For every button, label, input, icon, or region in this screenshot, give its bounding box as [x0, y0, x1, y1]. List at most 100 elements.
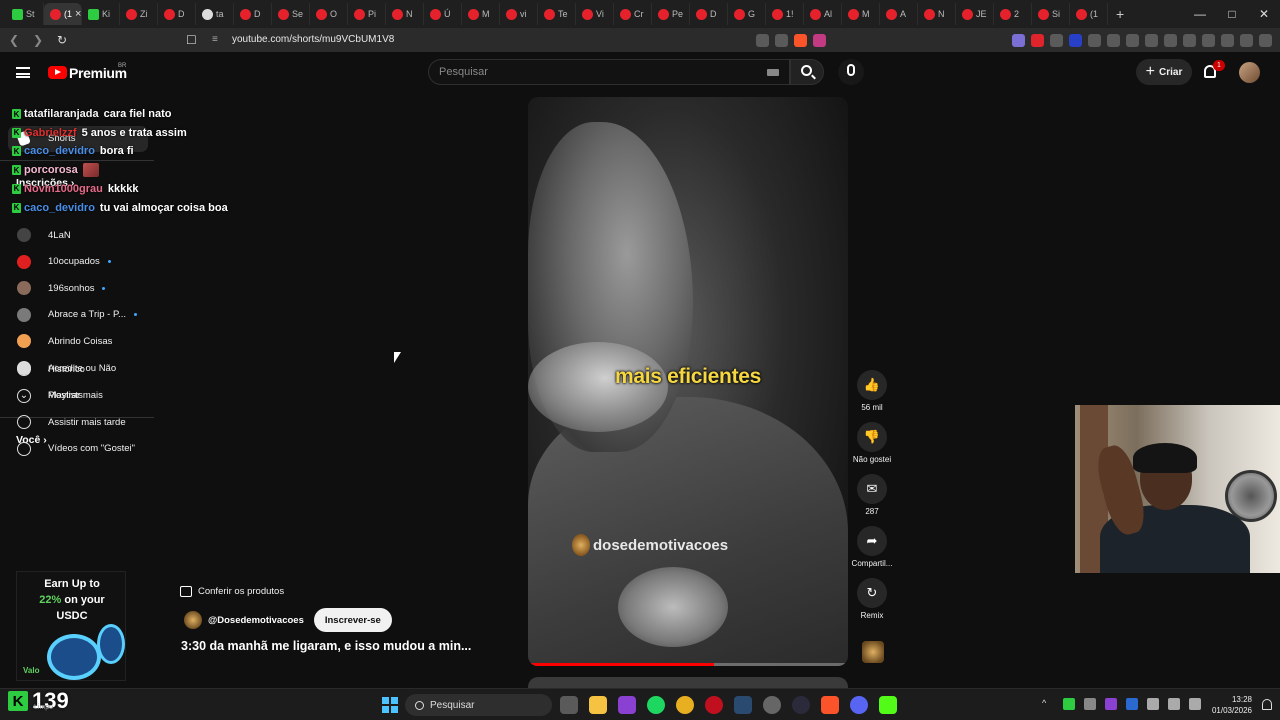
- browser-tab[interactable]: Pi: [348, 3, 386, 25]
- close-tab-icon[interactable]: ×: [75, 8, 81, 20]
- browser-tab[interactable]: St: [6, 3, 44, 25]
- app-icon[interactable]: [618, 696, 636, 714]
- extension-icon[interactable]: [1031, 33, 1044, 47]
- browser-tab[interactable]: G: [728, 3, 766, 25]
- browser-tab[interactable]: N: [386, 3, 424, 25]
- extension-icon[interactable]: [1088, 33, 1101, 47]
- notifications-button[interactable]: 1: [1202, 60, 1225, 81]
- extensions-puzzle-icon[interactable]: [1107, 33, 1120, 47]
- brave-rewards-icon[interactable]: [813, 33, 826, 47]
- browser-tab[interactable]: Si: [1032, 3, 1070, 25]
- sidebar-icon[interactable]: [1164, 33, 1177, 47]
- brave-icon[interactable]: [821, 696, 839, 714]
- minimize-icon[interactable]: —: [1184, 0, 1216, 28]
- browser-tab[interactable]: (1: [1070, 3, 1108, 25]
- extension-icon[interactable]: [1069, 33, 1082, 47]
- tray-overflow-icon[interactable]: ^: [1042, 698, 1054, 710]
- keyboard-icon[interactable]: [767, 69, 779, 76]
- extension-icon[interactable]: [1050, 33, 1063, 47]
- new-tab-button[interactable]: +: [1116, 6, 1124, 22]
- maximize-icon[interactable]: □: [1216, 0, 1248, 28]
- subscription-item[interactable]: 196sonhos: [0, 275, 150, 301]
- tray-app-icon[interactable]: [1105, 698, 1117, 710]
- browser-tab[interactable]: 2: [994, 3, 1032, 25]
- browser-tab[interactable]: N: [918, 3, 956, 25]
- channel-avatar[interactable]: [184, 611, 202, 629]
- taskbar-search[interactable]: Pesquisar: [405, 694, 552, 716]
- taskbar-clock[interactable]: 13:28 01/03/2026: [1208, 694, 1252, 716]
- youtube-logo-icon[interactable]: [48, 66, 67, 79]
- kick-icon[interactable]: [879, 696, 897, 714]
- share-button[interactable]: ➦ Compartil...: [851, 526, 893, 568]
- media-icon[interactable]: [1145, 33, 1158, 47]
- cast-icon[interactable]: [756, 33, 769, 47]
- chrome-icon[interactable]: [676, 696, 694, 714]
- menu-icon[interactable]: [16, 67, 30, 78]
- crypto-ad[interactable]: Earn Up to 22% on your USDC Valo: [16, 571, 126, 681]
- windows-start-icon[interactable]: [382, 697, 398, 713]
- notification-center-icon[interactable]: [1262, 699, 1272, 710]
- tray-app-icon[interactable]: [1084, 698, 1096, 710]
- brave-shields-icon[interactable]: [794, 33, 807, 47]
- voice-search-button[interactable]: [838, 59, 864, 85]
- channel-name[interactable]: @Dosedemotivacoes: [208, 615, 304, 626]
- sidebar-item[interactable]: Playlists: [0, 383, 150, 409]
- vpn-icon[interactable]: [1240, 33, 1253, 47]
- subscription-item[interactable]: Abrace a Trip - P...: [0, 302, 150, 328]
- back-icon[interactable]: ❮: [4, 33, 24, 47]
- browser-tab[interactable]: M: [842, 3, 880, 25]
- dislike-button[interactable]: 👎 Não gostei: [851, 422, 893, 464]
- progress-bar[interactable]: [528, 663, 848, 666]
- extension-icon[interactable]: [1012, 33, 1025, 47]
- screenshot-icon[interactable]: [1126, 33, 1139, 47]
- url-field[interactable]: youtube.com/shorts/mu9VCbUM1V8: [232, 34, 394, 45]
- avatar[interactable]: [1239, 62, 1260, 83]
- discord-icon[interactable]: [850, 696, 868, 714]
- search-button[interactable]: [790, 59, 824, 85]
- channel-thumbnail[interactable]: [862, 641, 884, 663]
- close-icon[interactable]: ✕: [1248, 0, 1280, 28]
- wallet-icon[interactable]: [1183, 33, 1196, 47]
- subscription-item[interactable]: Abrindo Coisas: [0, 328, 150, 354]
- browser-tab[interactable]: D: [234, 3, 272, 25]
- download-icon[interactable]: [1221, 33, 1234, 47]
- network-icon[interactable]: [1168, 698, 1180, 710]
- browser-tab[interactable]: 1!: [766, 3, 804, 25]
- remix-button[interactable]: ↻ Remix: [851, 578, 893, 620]
- forward-icon[interactable]: ❯: [28, 33, 48, 47]
- browser-tab[interactable]: Pe: [652, 3, 690, 25]
- sidebar-item[interactable]: Vídeos com "Gostei": [0, 436, 150, 462]
- opera-icon[interactable]: [705, 696, 723, 714]
- browser-tab[interactable]: JE: [956, 3, 994, 25]
- browser-tab[interactable]: M: [462, 3, 500, 25]
- browser-tab[interactable]: Vi: [576, 3, 614, 25]
- browser-tab[interactable]: Cr: [614, 3, 652, 25]
- browser-tab[interactable]: O: [310, 3, 348, 25]
- browser-tab[interactable]: ta: [196, 3, 234, 25]
- bluetooth-icon[interactable]: [1126, 698, 1138, 710]
- browser-tab[interactable]: Al: [804, 3, 842, 25]
- comment-button[interactable]: ✉ 287: [851, 474, 893, 516]
- task-view-icon[interactable]: [560, 696, 578, 714]
- reload-icon[interactable]: ↻: [52, 33, 72, 47]
- browser-tab[interactable]: vi: [500, 3, 538, 25]
- microphone-icon[interactable]: [1147, 698, 1159, 710]
- products-link[interactable]: Conferir os produtos: [180, 581, 284, 601]
- browser-tab[interactable]: Zi: [120, 3, 158, 25]
- steam-icon[interactable]: [734, 696, 752, 714]
- share-page-icon[interactable]: [775, 33, 788, 47]
- browser-tab[interactable]: Te: [538, 3, 576, 25]
- menu-icon[interactable]: [1259, 33, 1272, 47]
- sidebar-item[interactable]: Assistir mais tarde: [0, 409, 150, 435]
- app-icon[interactable]: [792, 696, 810, 714]
- volume-icon[interactable]: [1189, 698, 1201, 710]
- spotify-icon[interactable]: [647, 696, 665, 714]
- browser-tab[interactable]: (1 ×: [44, 3, 82, 25]
- subscription-item[interactable]: 10ocupados: [0, 249, 150, 275]
- bookmark-icon[interactable]: ☐: [186, 33, 197, 47]
- sidebar-item[interactable]: Histórico: [0, 356, 150, 382]
- app-icon[interactable]: [763, 696, 781, 714]
- like-button[interactable]: 👍 56 mil: [851, 370, 893, 412]
- site-info-icon[interactable]: ≡: [212, 34, 218, 45]
- browser-tab[interactable]: Ú: [424, 3, 462, 25]
